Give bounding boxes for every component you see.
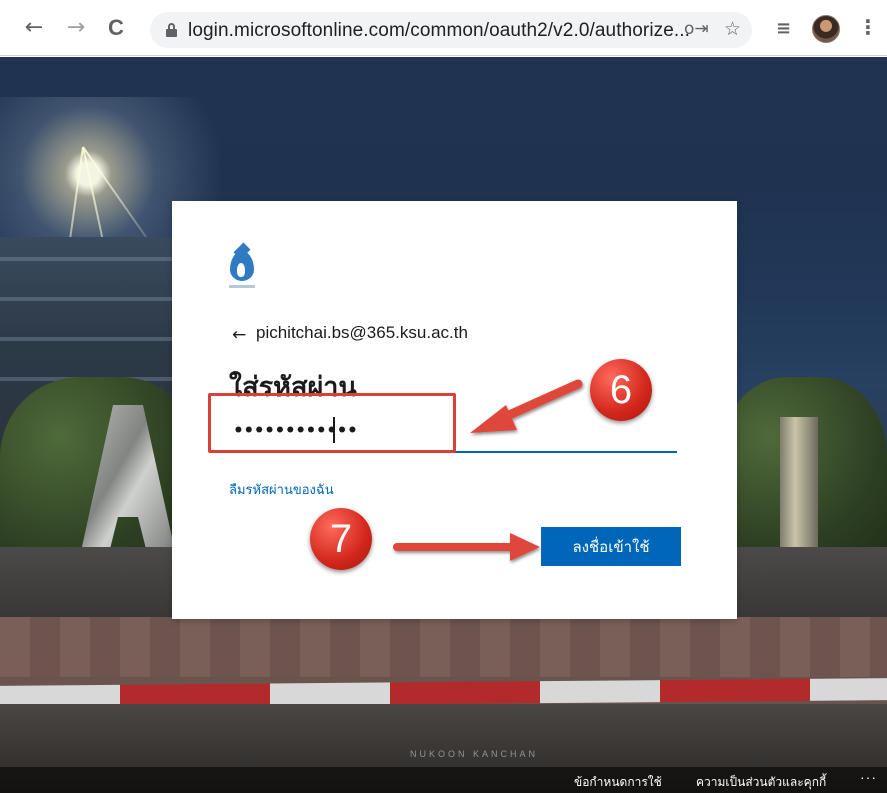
- arrow-to-password: [470, 379, 583, 433]
- annotation-arrows: [393, 379, 583, 561]
- step-7-badge: 7: [310, 508, 372, 570]
- arrow-to-signin: [393, 533, 540, 561]
- step-6-badge: 6: [590, 359, 652, 421]
